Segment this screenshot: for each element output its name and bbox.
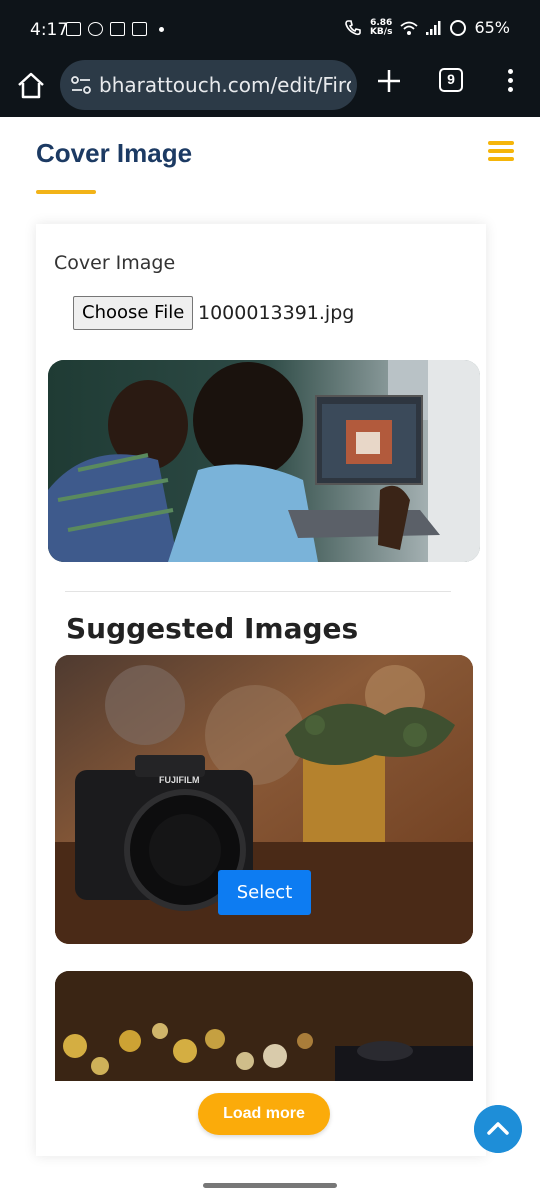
title-underline — [36, 190, 96, 194]
page-title: Cover Image — [36, 138, 193, 168]
suggested-image-card[interactable] — [55, 971, 473, 1081]
select-button[interactable]: Select — [218, 870, 311, 915]
more-vert-icon[interactable] — [500, 66, 520, 98]
teams-notification-icon — [66, 22, 81, 36]
section-divider — [65, 591, 451, 592]
address-bar[interactable]: bharattouch.com/edit/Firoz. — [60, 60, 357, 110]
load-more-button[interactable]: Load more — [198, 1093, 330, 1135]
notification-icons — [66, 22, 164, 36]
selected-file-name: 1000013391.jpg — [198, 302, 355, 324]
system-indicators: 6.86 KB/s 65% — [344, 18, 510, 37]
page-content: Cover Image Cover Image Choose File 1000… — [0, 117, 540, 1200]
plus-icon[interactable] — [374, 66, 404, 96]
net-speed: 6.86 KB/s — [369, 18, 393, 37]
calendar-notification-icon — [132, 22, 147, 36]
choose-file-button[interactable]: Choose File — [73, 296, 194, 330]
cover-image-label: Cover Image — [54, 252, 176, 274]
cover-image-preview — [48, 360, 480, 562]
suggested-image-card[interactable]: FUJIFILM Select — [55, 655, 473, 944]
chevron-up-icon[interactable] — [474, 1105, 522, 1153]
battery-icon — [450, 19, 467, 36]
more-notifications-dot-icon — [159, 26, 164, 32]
suggested-images-heading: Suggested Images — [66, 612, 359, 645]
call-icon — [345, 19, 361, 35]
news-notification-icon — [110, 22, 125, 36]
hamburger-menu-icon[interactable] — [488, 141, 514, 161]
app-notification-icon — [88, 22, 103, 36]
wifi-icon — [400, 21, 419, 35]
net-speed-unit: KB/s — [369, 26, 393, 37]
url-text[interactable]: bharattouch.com/edit/Firoz. — [99, 73, 351, 97]
status-bar: 4:17 6.86 KB/s 65% — [0, 0, 540, 56]
site-settings-icon[interactable] — [70, 75, 92, 95]
signal-icon — [426, 20, 441, 35]
home-icon[interactable] — [14, 68, 48, 102]
bokeh-photo-illustration — [55, 971, 473, 1081]
cover-photo-illustration — [48, 360, 480, 562]
status-time: 4:17 — [30, 20, 69, 40]
cover-image-card: Cover Image Choose File 1000013391.jpg S… — [36, 224, 486, 1156]
camera-brand-text: FUJIFILM — [159, 775, 200, 785]
browser-toolbar: bharattouch.com/edit/Firoz. 9 — [0, 56, 540, 117]
tab-switcher-icon[interactable]: 9 — [439, 68, 463, 92]
gesture-navigation-bar[interactable] — [203, 1183, 337, 1188]
battery-percent: 65% — [474, 18, 510, 37]
